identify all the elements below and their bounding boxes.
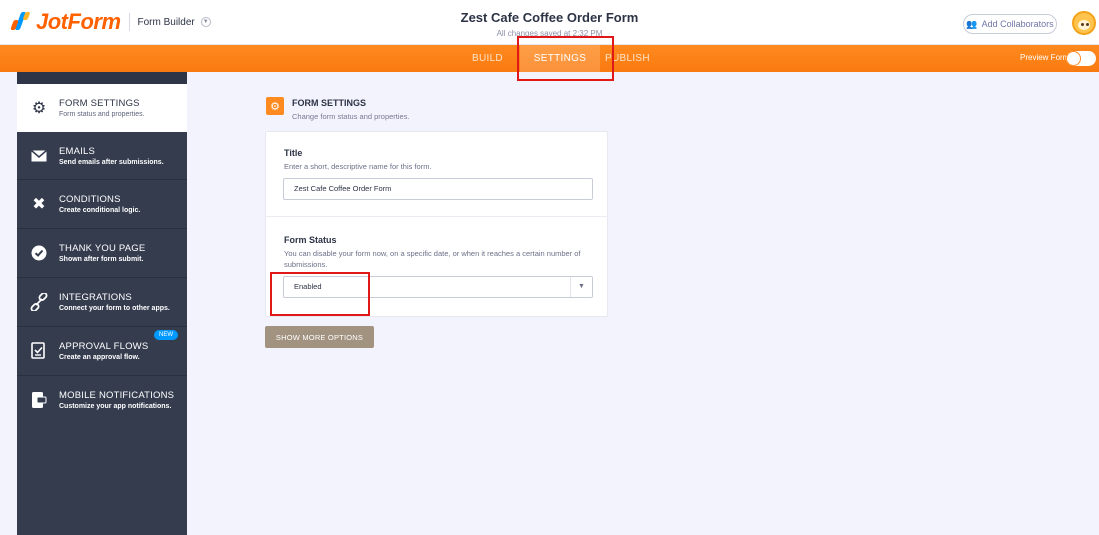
annotation-box-status [270,272,370,316]
add-collaborators-label: Add Collaborators [981,19,1054,29]
title-input[interactable]: Zest Cafe Coffee Order Form [283,178,593,200]
sidebar-item-subtitle: Customize your app notifications. [59,403,172,410]
form-status-label: Form Status [284,235,337,245]
check-circle-icon [29,243,49,263]
card-divider [266,216,609,217]
sidebar-item-subtitle: Connect your form to other apps. [59,305,170,312]
gear-icon: ⚙ [266,97,284,115]
sidebar-item-title: INTEGRATIONS [59,292,132,303]
sidebar-item-subtitle: Create an approval flow. [59,354,140,361]
gear-icon: ⚙ [31,100,47,117]
sidebar-item-mobile-notifications[interactable]: MOBILE NOTIFICATIONS Customize your app … [17,376,187,424]
title-label: Title [284,148,303,158]
sidebar-item-title: EMAILS [59,146,96,157]
preview-form-label: Preview Form [1020,53,1070,62]
tab-build[interactable]: BUILD [472,45,504,72]
show-more-options-button[interactable]: SHOW MORE OPTIONS [265,326,374,348]
link-icon [29,292,49,312]
sidebar-item-title: CONDITIONS [59,194,121,205]
sidebar-item-conditions[interactable]: ✖ CONDITIONS Create conditional logic. [17,180,187,228]
title-help: Enter a short, descriptive name for this… [284,162,432,171]
users-icon: 👥 [966,18,978,29]
approval-icon [29,341,49,361]
annotation-box-settings [517,36,614,81]
sidebar-item-thank-you-page[interactable]: THANK YOU PAGE Shown after form submit. [17,229,187,277]
sidebar-item-emails[interactable]: EMAILS Send emails after submissions. [17,132,187,180]
section-title: FORM SETTINGS [292,98,366,108]
preview-form-toggle[interactable] [1066,51,1096,66]
sidebar-item-subtitle: Send emails after submissions. [59,159,164,166]
sidebar-header [17,72,187,84]
chevron-down-icon[interactable]: ▼ [570,277,592,297]
new-badge: NEW [154,330,178,340]
section-subtitle: Change form status and properties. [292,112,410,121]
sidebar-item-subtitle: Form status and properties. [59,111,145,118]
envelope-icon [29,146,49,166]
sidebar-item-form-settings[interactable]: ⚙ FORM SETTINGS Form status and properti… [17,84,187,132]
sidebar-item-title: FORM SETTINGS [59,98,140,109]
settings-sidebar: ⚙ FORM SETTINGS Form status and properti… [17,72,187,535]
sidebar-item-title: MOBILE NOTIFICATIONS [59,390,175,401]
sidebar-item-subtitle: Shown after form submit. [59,256,144,263]
avatar[interactable] [1072,11,1096,35]
sidebar-item-subtitle: Create conditional logic. [59,207,141,214]
add-collaborators-button[interactable]: 👥 Add Collaborators [963,14,1057,34]
sidebar-item-title: APPROVAL FLOWS [59,341,149,352]
sidebar-item-integrations[interactable]: INTEGRATIONS Connect your form to other … [17,278,187,326]
form-status-help: You can disable your form now, on a spec… [284,249,581,269]
form-title[interactable]: Zest Cafe Coffee Order Form [0,10,1099,25]
tools-icon: ✖ [32,196,46,213]
sidebar-item-title: THANK YOU PAGE [59,243,146,254]
sidebar-item-approval-flows[interactable]: APPROVAL FLOWS Create an approval flow. … [17,327,187,375]
mobile-icon [29,390,49,410]
